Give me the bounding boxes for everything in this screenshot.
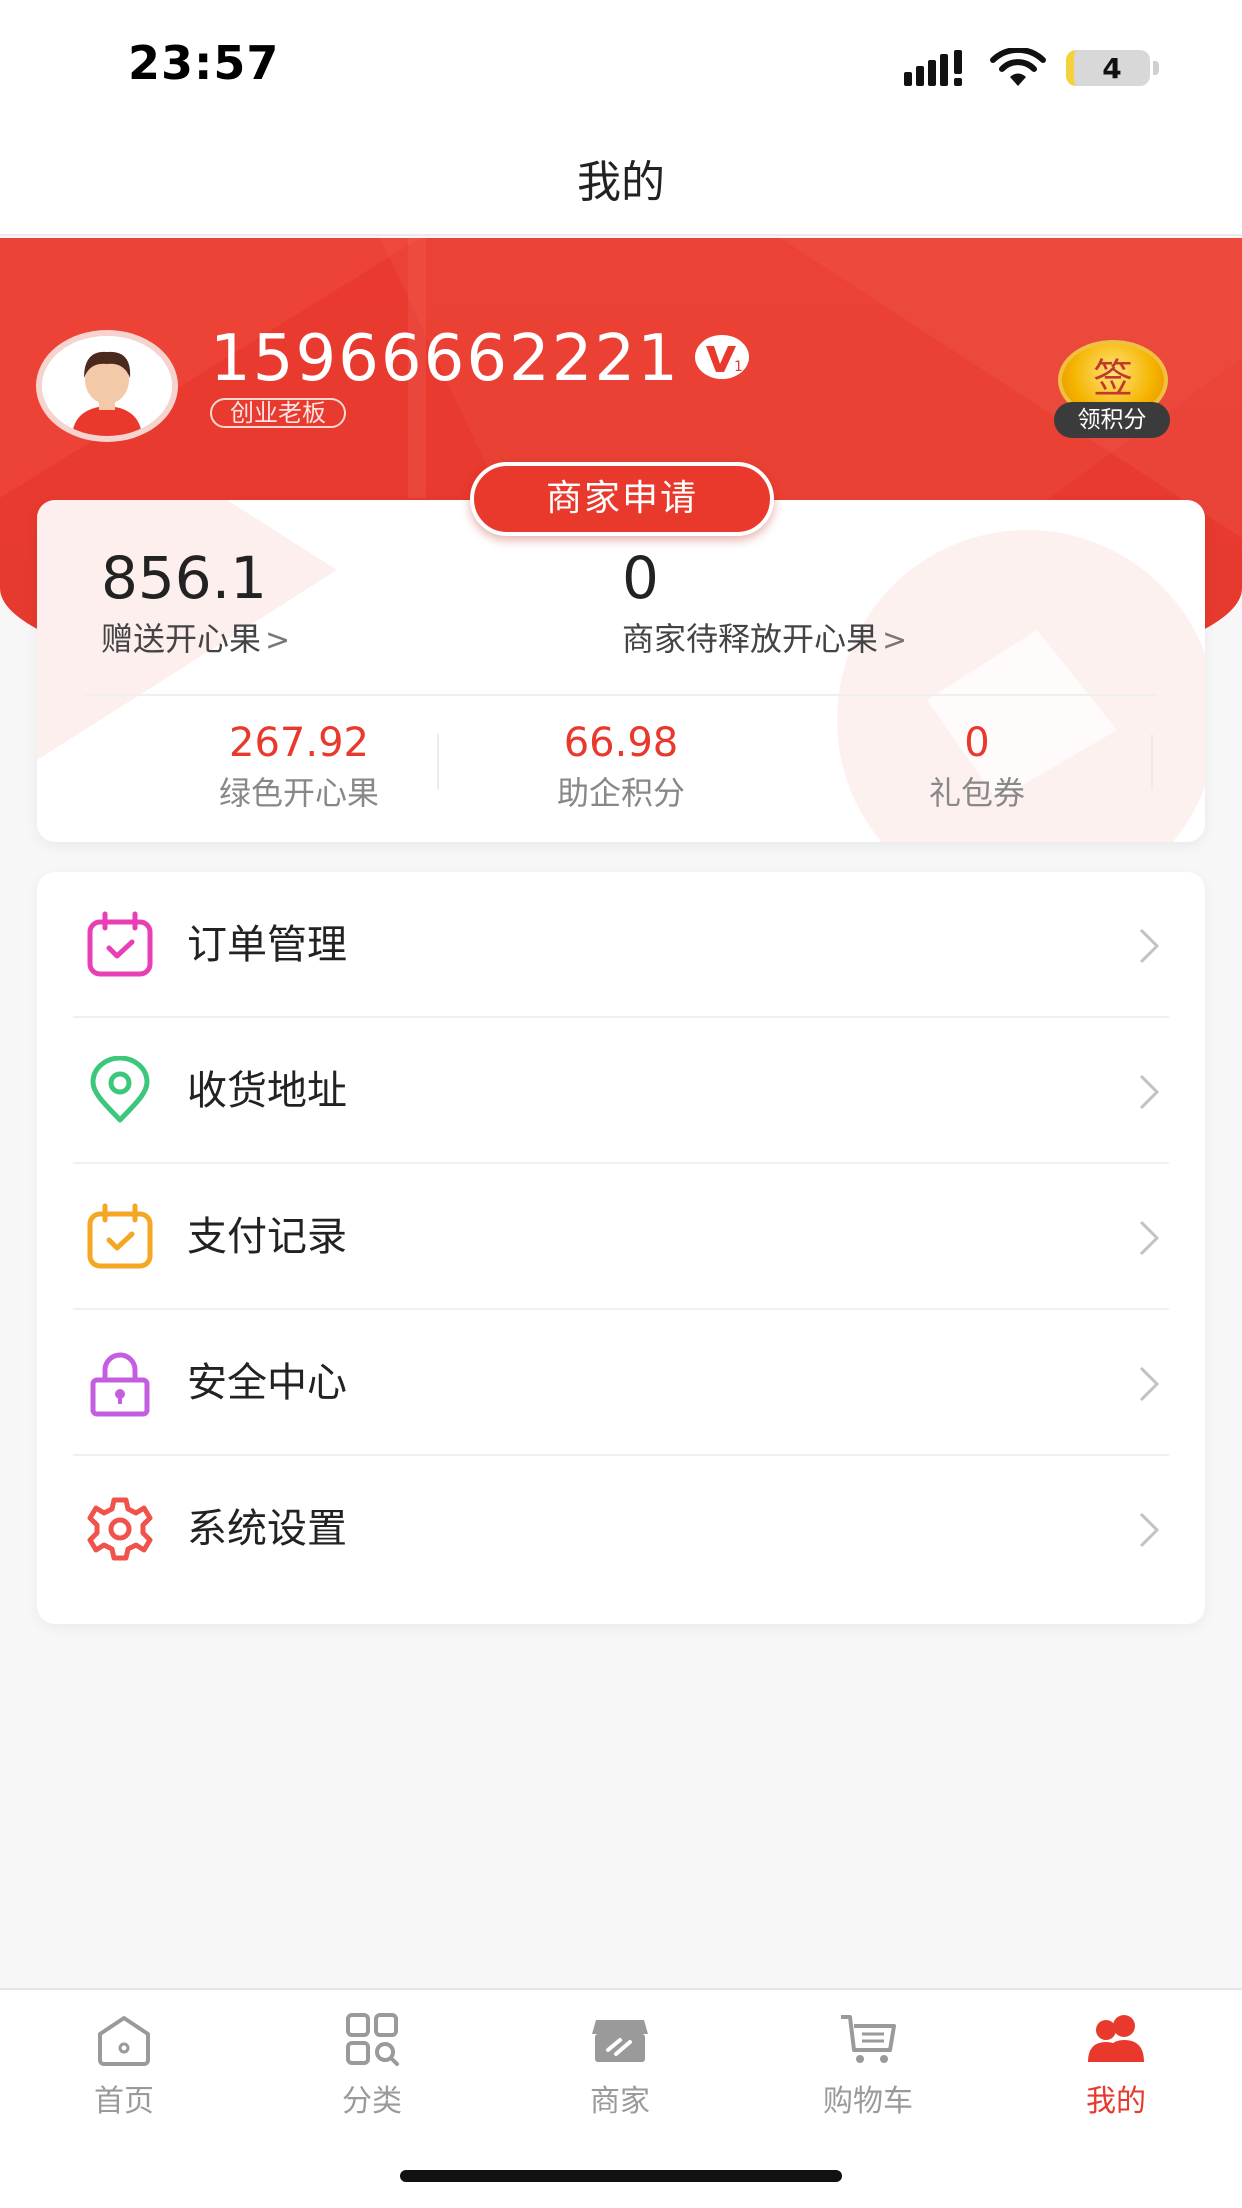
gift-label: 赠送开心果 xyxy=(101,620,262,658)
stat-enterprise-points[interactable]: 66.98 助企积分 xyxy=(441,720,801,814)
menu-item-security[interactable]: 安全中心 xyxy=(37,1310,1205,1456)
tab-label: 分类 xyxy=(342,2084,402,2119)
svg-text:1: 1 xyxy=(734,359,743,375)
tab-label: 我的 xyxy=(1086,2084,1146,2119)
order-calendar-icon xyxy=(85,910,155,980)
menu-item-payments[interactable]: 支付记录 xyxy=(37,1164,1205,1310)
signin-points-label: 领积分 xyxy=(1054,402,1170,438)
menu-card: 订单管理 收货地址 支付记录 安全中心 系统设置 xyxy=(37,872,1205,1624)
stat-green-fruit[interactable]: 267.92 绿色开心果 xyxy=(119,720,479,814)
menu-item-label: 收货地址 xyxy=(187,1068,347,1114)
tab-category[interactable]: 分类 xyxy=(248,2012,496,2132)
gear-icon xyxy=(85,1494,155,1564)
chevron-right-icon: > xyxy=(265,623,291,658)
avatar-image xyxy=(42,336,172,436)
menu-item-label: 系统设置 xyxy=(187,1506,347,1552)
menu-item-settings[interactable]: 系统设置 xyxy=(37,1456,1205,1602)
page-title: 我的 xyxy=(577,157,665,208)
cart-icon xyxy=(841,2015,896,2063)
stats-card: 856.1 赠送开心果 > 0 商家待释放开心果 > 267.92 绿色开心果 66… xyxy=(37,500,1205,842)
battery-level: 4 xyxy=(1066,50,1150,86)
phone-number: 15966662221 xyxy=(210,322,680,396)
tab-home[interactable]: 首页 xyxy=(0,2012,248,2132)
chevron-right-icon xyxy=(1139,1512,1160,1548)
stat-label: 绿色开心果 xyxy=(218,774,379,812)
role-badge: 创业老板 xyxy=(210,398,346,428)
gift-link[interactable]: 赠送开心果 > xyxy=(101,614,290,660)
stat-value: 66.98 xyxy=(563,720,679,766)
signin-points-button[interactable]: 签 领积分 xyxy=(1054,340,1170,440)
tab-cart[interactable]: 购物车 xyxy=(744,2012,992,2132)
home-icon xyxy=(98,2016,150,2066)
menu-item-label: 安全中心 xyxy=(187,1360,347,1406)
chevron-right-icon xyxy=(1139,1220,1160,1256)
card-divider xyxy=(85,694,1157,696)
menu-item-label: 支付记录 xyxy=(187,1214,347,1260)
merchant-apply-button[interactable]: 商家申请 xyxy=(470,462,774,536)
merchant-pending-label: 商家待释放开心果 xyxy=(622,620,879,658)
status-time: 23:57 xyxy=(128,36,280,90)
avatar[interactable] xyxy=(36,330,178,442)
stat-value: 267.92 xyxy=(229,720,369,766)
tab-label: 购物车 xyxy=(823,2084,913,2119)
nav-bar: 我的 xyxy=(0,130,1242,236)
tab-label: 首页 xyxy=(94,2084,154,2119)
status-bar: 23:57 4 xyxy=(0,0,1242,130)
stat-value: 0 xyxy=(964,720,990,766)
category-grid-icon xyxy=(346,2013,399,2066)
location-pin-icon xyxy=(85,1055,155,1126)
signal-icon xyxy=(904,50,962,86)
vip-level-1-badge: 1 xyxy=(694,334,750,380)
tab-mine[interactable]: 我的 xyxy=(992,2012,1240,2132)
merchant-pending-value: 0 xyxy=(622,544,659,612)
tab-merchant[interactable]: 商家 xyxy=(496,2012,744,2132)
battery-icon: 4 xyxy=(1066,50,1160,86)
merchant-pending-link[interactable]: 商家待释放开心果 > xyxy=(622,614,907,660)
menu-item-orders[interactable]: 订单管理 xyxy=(37,872,1205,1018)
chevron-right-icon xyxy=(1139,1074,1160,1110)
chevron-right-icon xyxy=(1139,928,1160,964)
tab-label: 商家 xyxy=(590,2084,650,2119)
column-separator xyxy=(437,734,439,790)
stat-label: 礼包券 xyxy=(928,774,1025,812)
payment-calendar-icon xyxy=(85,1202,155,1272)
store-icon xyxy=(592,2020,648,2062)
lock-icon xyxy=(85,1348,155,1418)
home-indicator xyxy=(400,2170,842,2182)
menu-item-address[interactable]: 收货地址 xyxy=(37,1018,1205,1164)
wifi-icon xyxy=(990,48,1046,86)
stat-label: 助企积分 xyxy=(556,774,685,812)
users-icon xyxy=(1088,2015,1144,2062)
stat-gift-voucher[interactable]: 0 礼包券 xyxy=(797,720,1157,814)
chevron-right-icon xyxy=(1139,1366,1160,1402)
menu-item-label: 订单管理 xyxy=(187,922,347,968)
gift-value: 856.1 xyxy=(101,544,268,612)
chevron-right-icon: > xyxy=(882,623,908,658)
